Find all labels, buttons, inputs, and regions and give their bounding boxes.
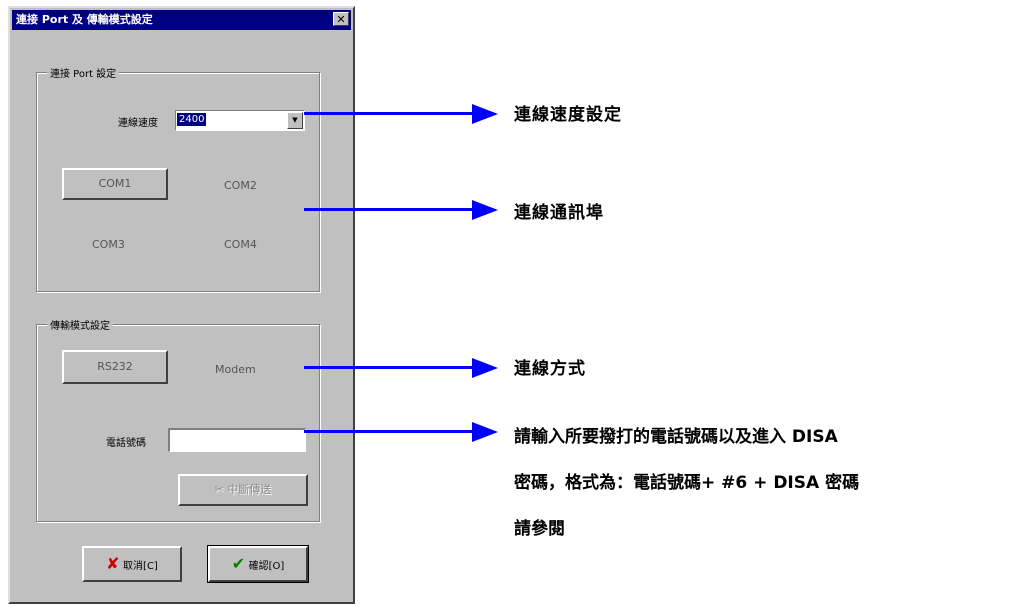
speed-annotation: 連線速度設定: [514, 105, 622, 125]
hangup-icon: ✂: [214, 483, 228, 496]
close-button[interactable]: ✕: [333, 12, 349, 26]
chevron-down-icon[interactable]: ▼: [287, 112, 303, 129]
ok-button[interactable]: ✔ 確認[O]: [207, 545, 309, 583]
phone-number-input[interactable]: [168, 428, 306, 452]
mode-arrow: [304, 358, 498, 378]
dialog-title: 連接 Port 及 傳輸模式設定: [16, 13, 153, 26]
settings-dialog: 連接 Port 及 傳輸模式設定 ✕ 連接 Port 設定 連線速度 2400 …: [8, 6, 355, 604]
com2-option[interactable]: COM2: [224, 179, 257, 192]
phone-arrow: [304, 422, 498, 442]
speed-select[interactable]: 2400 ▼: [175, 110, 305, 131]
dialog-titlebar: 連接 Port 及 傳輸模式設定 ✕: [12, 10, 351, 30]
cancel-button[interactable]: ✘ 取消[C]: [82, 546, 182, 582]
phone-annotation-line2: 密碼，格式為：電話號碼+ #6 + DISA 密碼: [514, 473, 860, 493]
cancel-label: 取消[C]: [123, 561, 158, 572]
rs232-button[interactable]: RS232: [62, 350, 168, 384]
hangup-label: 中斷傳送: [227, 483, 272, 496]
speed-select-value: 2400: [177, 113, 207, 126]
mode-group-legend: 傳輸模式設定: [47, 317, 113, 332]
phone-label: 電話號碼: [106, 438, 146, 449]
close-icon: ✘: [106, 554, 120, 573]
com1-button[interactable]: COM1: [62, 168, 168, 200]
port-group-legend: 連接 Port 設定: [47, 65, 120, 80]
com3-option[interactable]: COM3: [92, 238, 125, 251]
hangup-button[interactable]: ✂ 中斷傳送: [178, 474, 308, 506]
port-annotation: 連線通訊埠: [514, 203, 604, 223]
ok-label: 確認[O]: [248, 561, 285, 572]
phone-annotation-line3: 請參閱: [514, 519, 565, 539]
mode-annotation: 連線方式: [514, 359, 586, 379]
speed-label: 連線速度: [118, 118, 158, 129]
checkmark-icon: ✔: [231, 554, 246, 573]
com4-option[interactable]: COM4: [224, 238, 257, 251]
phone-annotation-line1: 請輸入所要撥打的電話號碼以及進入 DISA: [514, 427, 838, 447]
modem-option[interactable]: Modem: [215, 363, 256, 376]
speed-arrow: [304, 104, 498, 124]
port-arrow: [304, 200, 498, 220]
